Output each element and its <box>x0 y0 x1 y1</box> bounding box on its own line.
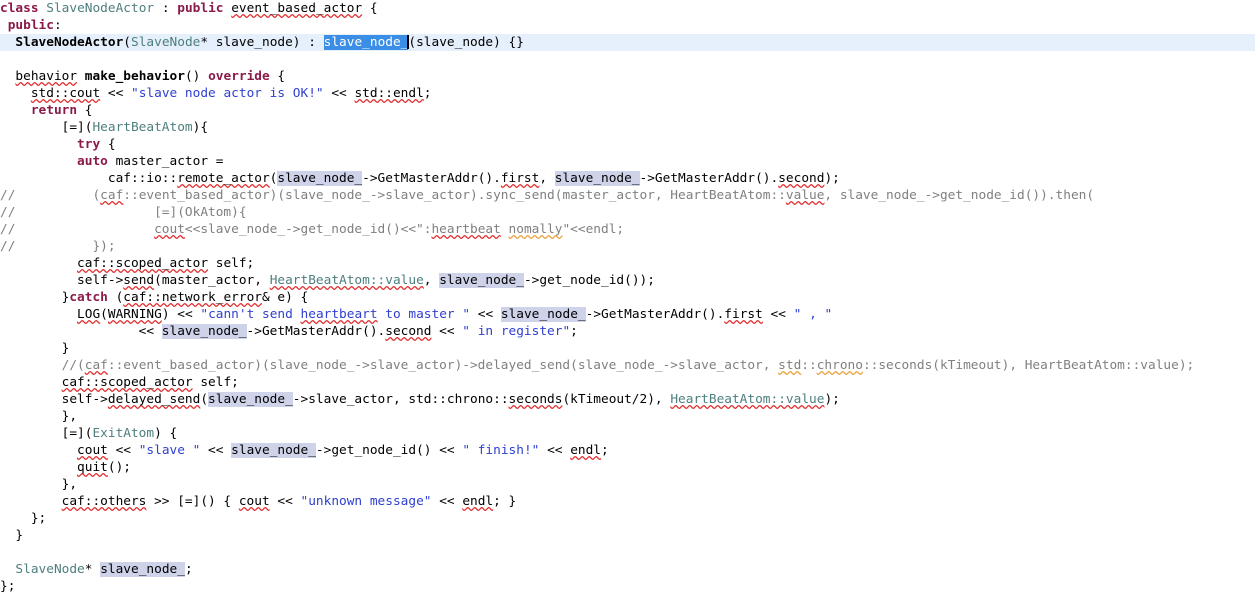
occurrence-highlight: slave_node_ <box>100 562 185 577</box>
code-line[interactable] <box>0 51 1255 68</box>
code-line[interactable]: cout << "slave " << slave_node_->get_nod… <box>0 442 1255 459</box>
code-line[interactable]: }; <box>0 510 1255 527</box>
code-line[interactable]: return { <box>0 102 1255 119</box>
code-line[interactable]: caf::scoped_actor self; <box>0 255 1255 272</box>
code-line[interactable]: } <box>0 527 1255 544</box>
code-line[interactable]: caf::scoped_actor self; <box>0 374 1255 391</box>
occurrence-highlight: slave_node_ <box>231 443 316 458</box>
code-line[interactable]: SlaveNode* slave_node_; <box>0 561 1255 578</box>
occurrence-highlight: slave_node_ <box>554 171 640 186</box>
occurrence-highlight: slave_node_ <box>208 392 293 407</box>
code-line[interactable]: [=](HeartBeatAtom){ <box>0 119 1255 136</box>
code-line[interactable]: [=](ExitAtom) { <box>0 425 1255 442</box>
code-line[interactable]: std::cout << "slave node actor is OK!" <… <box>0 85 1255 102</box>
code-line-current[interactable]: SlaveNodeActor(SlaveNode* slave_node) : … <box>0 34 1255 51</box>
code-line[interactable]: LOG(WARNING) << "cann't send heartbeart … <box>0 306 1255 323</box>
selected-symbol: slave_node_ <box>323 35 409 50</box>
code-line[interactable]: try { <box>0 136 1255 153</box>
code-line[interactable]: } <box>0 340 1255 357</box>
code-line[interactable]: behavior make_behavior() override { <box>0 68 1255 85</box>
occurrence-highlight: slave_node_ <box>277 171 363 186</box>
code-line[interactable]: // cout<<slave_node_->get_node_id()<<":h… <box>0 221 1255 238</box>
code-line[interactable]: }; <box>0 578 1255 595</box>
code-line[interactable]: // }); <box>0 238 1255 255</box>
code-line[interactable]: public: <box>0 17 1255 34</box>
occurrence-highlight: slave_node_ <box>500 307 586 322</box>
code-line[interactable]: self->delayed_send(slave_node_->slave_ac… <box>0 391 1255 408</box>
code-line[interactable]: caf::io::remote_actor(slave_node_->GetMa… <box>0 170 1255 187</box>
code-line[interactable]: // [=](OkAtom){ <box>0 204 1255 221</box>
code-line[interactable]: }, <box>0 408 1255 425</box>
code-line[interactable]: }, <box>0 476 1255 493</box>
code-editor[interactable]: class SlaveNodeActor : public event_base… <box>0 0 1255 606</box>
occurrence-highlight: slave_node_ <box>161 324 247 339</box>
code-line[interactable]: self->send(master_actor, HeartBeatAtom::… <box>0 272 1255 289</box>
occurrence-highlight: slave_node_ <box>439 273 524 288</box>
code-line[interactable]: quit(); <box>0 459 1255 476</box>
code-line[interactable]: // (caf::event_based_actor)(slave_node_-… <box>0 187 1255 204</box>
code-line[interactable]: class SlaveNodeActor : public event_base… <box>0 0 1255 17</box>
code-line[interactable]: //(caf::event_based_actor)(slave_node_->… <box>0 357 1255 374</box>
code-line[interactable]: }catch (caf::network_error& e) { <box>0 289 1255 306</box>
code-line[interactable]: caf::others >> [=]() { cout << "unknown … <box>0 493 1255 510</box>
code-line[interactable]: auto master_actor = <box>0 153 1255 170</box>
code-line[interactable] <box>0 544 1255 561</box>
code-line[interactable]: << slave_node_->GetMasterAddr().second <… <box>0 323 1255 340</box>
